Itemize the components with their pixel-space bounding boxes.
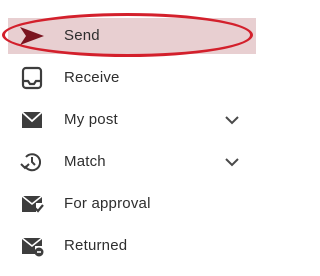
chevron-down-icon[interactable] <box>222 110 242 130</box>
menu-item-my-post[interactable]: My post <box>0 102 256 138</box>
envelope-check-icon <box>18 192 46 216</box>
menu-item-send[interactable]: Send <box>0 13 256 57</box>
menu-item-match[interactable]: Match <box>0 144 256 180</box>
menu-item-label: My post <box>64 111 118 128</box>
menu-item-label: Returned <box>64 237 128 254</box>
menu-item-receive[interactable]: Receive <box>0 60 256 96</box>
envelope-icon <box>18 108 46 132</box>
inbox-tray-icon <box>18 66 46 90</box>
menu-item-for-approval[interactable]: For approval <box>0 186 256 222</box>
chevron-down-icon[interactable] <box>222 152 242 172</box>
clock-arrow-icon <box>18 150 46 174</box>
menu-item-label: Send <box>64 27 100 44</box>
send-arrow-icon <box>18 24 46 48</box>
menu-item-label: Match <box>64 153 106 170</box>
menu-item-label: For approval <box>64 195 151 212</box>
envelope-return-icon <box>18 234 46 258</box>
sidebar-menu: Send Receive My post Match For approval … <box>0 0 260 276</box>
menu-item-label: Receive <box>64 69 120 86</box>
menu-item-returned[interactable]: Returned <box>0 228 256 264</box>
